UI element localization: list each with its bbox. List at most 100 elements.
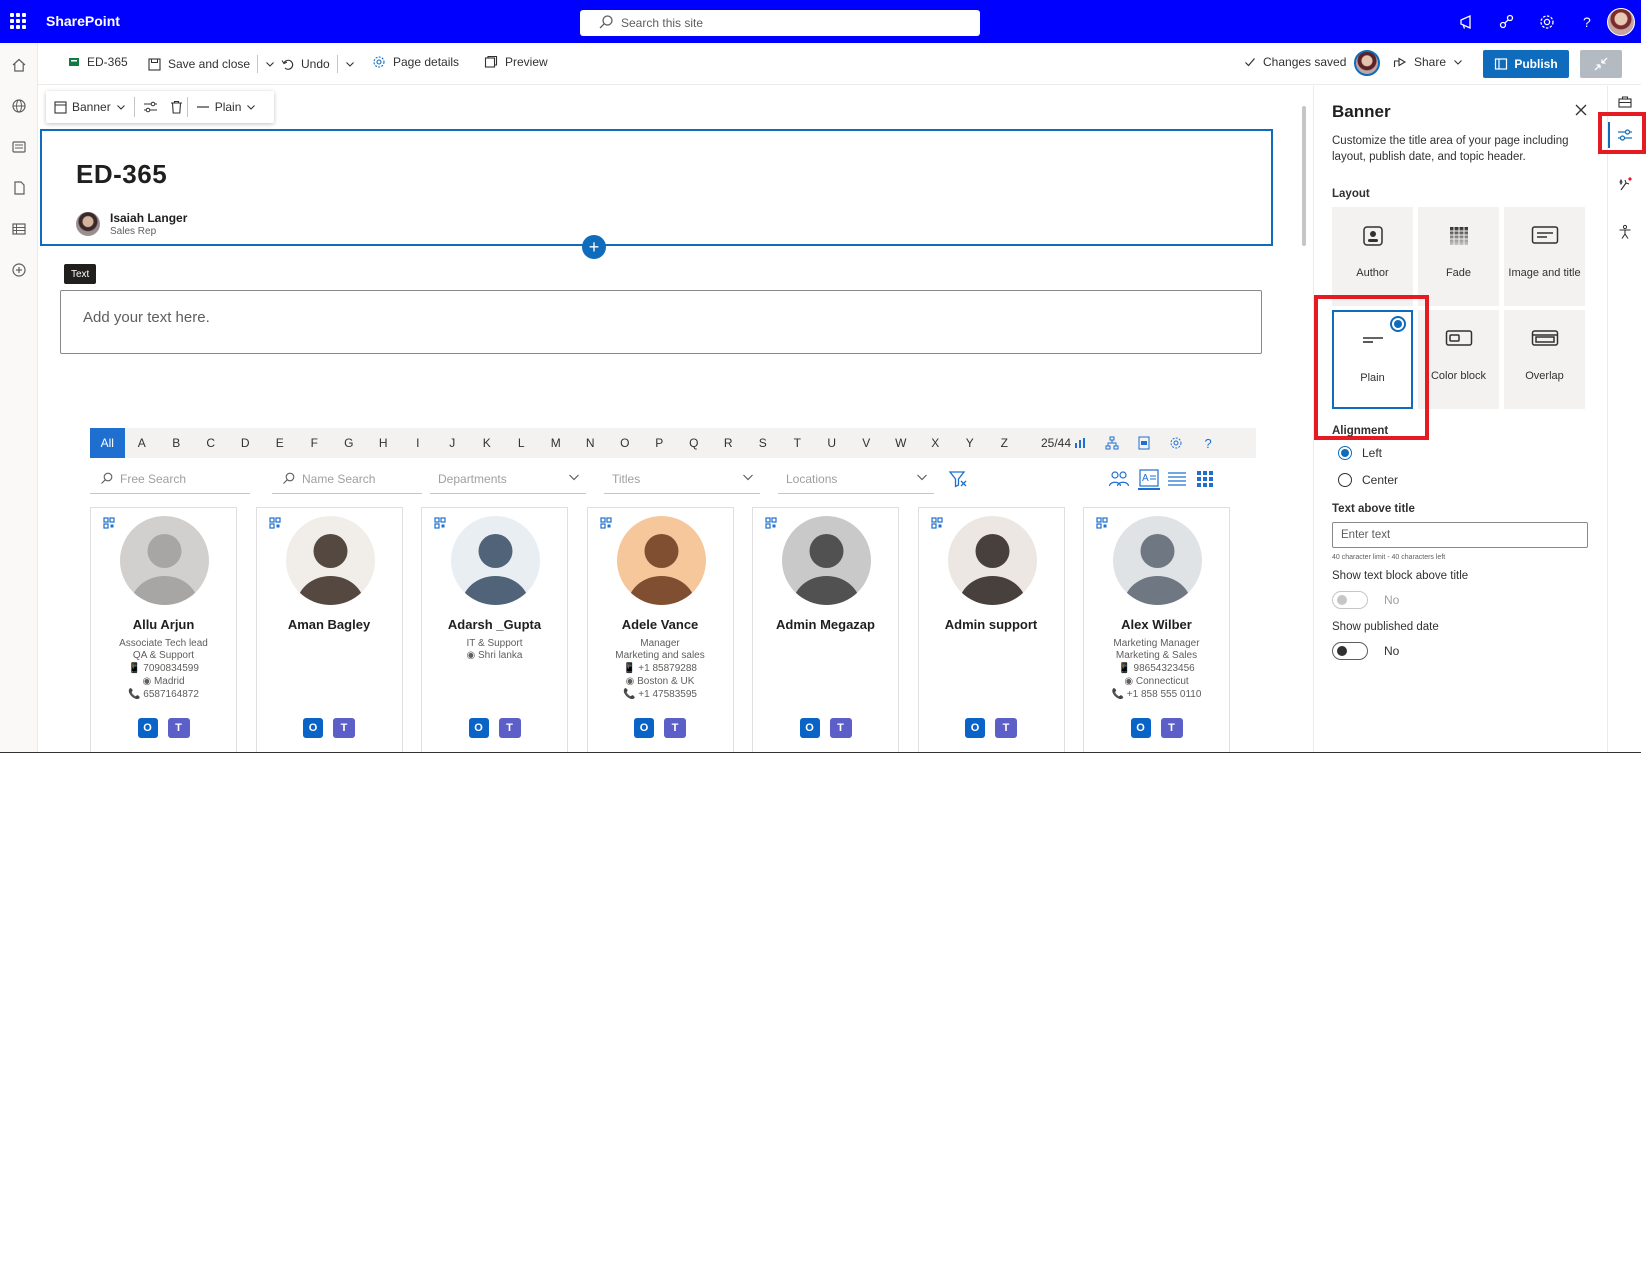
person-name[interactable]: Admin support [919, 617, 1064, 632]
letter-filter-a[interactable]: A [125, 428, 160, 458]
locations-dropdown[interactable]: Locations [778, 464, 934, 494]
free-search-input[interactable]: Free Search [90, 464, 250, 494]
create-add-icon[interactable] [9, 260, 29, 280]
export-icon[interactable] [1135, 434, 1153, 452]
app-launcher-icon[interactable] [10, 13, 26, 29]
letter-filter-j[interactable]: J [435, 428, 470, 458]
departments-dropdown[interactable]: Departments [430, 464, 586, 494]
letter-filter-y[interactable]: Y [953, 428, 988, 458]
chevron-down-icon[interactable] [265, 59, 275, 69]
sharepoint-share-icon[interactable] [1487, 0, 1527, 43]
close-icon[interactable] [1574, 103, 1588, 122]
person-name[interactable]: Admin Megazap [753, 617, 898, 632]
home-icon[interactable] [9, 55, 29, 75]
lists-icon[interactable] [9, 219, 29, 239]
letter-filter-d[interactable]: D [228, 428, 263, 458]
teams-icon[interactable]: T [167, 718, 190, 738]
canvas-scrollbar[interactable] [1302, 106, 1306, 246]
person-card[interactable]: Aman Bagley O T [255, 507, 403, 753]
qr-code-icon[interactable] [434, 516, 446, 534]
page-title[interactable]: ED-365 [76, 159, 167, 190]
toolbox-icon[interactable] [1615, 92, 1635, 112]
person-card[interactable]: Admin support O T [917, 507, 1065, 753]
help-icon[interactable]: ? [1567, 0, 1607, 43]
megaphone-icon[interactable] [1447, 0, 1487, 43]
alignment-center-option[interactable]: Center [1338, 473, 1398, 487]
text-above-title-field[interactable] [1332, 522, 1588, 548]
banner-section[interactable]: ED-365 Isaiah Langer Sales Rep [40, 129, 1273, 246]
news-icon[interactable] [9, 137, 29, 157]
layout-dropdown[interactable]: Plain [188, 91, 265, 123]
teams-icon[interactable]: T [333, 718, 355, 738]
person-name[interactable]: Aman Bagley [257, 617, 402, 632]
qr-code-icon[interactable] [1096, 516, 1108, 534]
layout-option-fade[interactable]: Fade [1418, 207, 1499, 306]
letter-filter-g[interactable]: G [332, 428, 367, 458]
teams-icon[interactable]: T [995, 718, 1017, 738]
letter-filter-i[interactable]: I [401, 428, 436, 458]
teams-icon[interactable]: T [829, 718, 852, 738]
letter-filter-l[interactable]: L [504, 428, 539, 458]
letter-filter-x[interactable]: X [918, 428, 953, 458]
brand-name[interactable]: SharePoint [46, 13, 120, 29]
list-view-icon[interactable] [1166, 468, 1188, 490]
accessibility-icon[interactable] [1615, 222, 1635, 242]
outlook-icon[interactable]: O [634, 718, 654, 738]
letter-filter-k[interactable]: K [470, 428, 505, 458]
letter-filter-v[interactable]: V [849, 428, 884, 458]
qr-code-icon[interactable] [103, 516, 115, 534]
page-name-button[interactable]: ED-365 [68, 55, 128, 69]
letter-filter-all[interactable]: All [90, 428, 125, 458]
help-icon[interactable]: ? [1199, 434, 1217, 452]
letter-filter-n[interactable]: N [573, 428, 608, 458]
save-and-close-button[interactable]: Save and close [148, 55, 275, 73]
titles-dropdown[interactable]: Titles [604, 464, 760, 494]
teams-icon[interactable]: T [498, 718, 521, 738]
letter-filter-p[interactable]: P [642, 428, 677, 458]
settings-icon[interactable] [1167, 434, 1185, 452]
outlook-icon[interactable]: O [965, 718, 985, 738]
letter-filter-h[interactable]: H [366, 428, 401, 458]
person-name[interactable]: Adarsh _Gupta [422, 617, 567, 632]
outlook-icon[interactable]: O [468, 718, 489, 738]
publish-button[interactable]: Publish [1483, 50, 1569, 78]
grid-view-icon[interactable] [1194, 468, 1216, 490]
clear-filter-icon[interactable] [947, 468, 969, 490]
layout-option-image-and-title[interactable]: Image and title [1504, 207, 1585, 306]
person-card[interactable]: Alex Wilber Marketing Manager Marketing & … [1083, 507, 1230, 753]
letter-filter-o[interactable]: O [608, 428, 643, 458]
settings-gear-icon[interactable] [1527, 0, 1567, 43]
layout-option-color-block[interactable]: Color block [1418, 310, 1499, 409]
outlook-icon[interactable]: O [303, 718, 323, 738]
people-view-icon[interactable] [1108, 468, 1130, 490]
person-card[interactable]: Admin Megazap O T [752, 507, 899, 753]
person-name[interactable]: Allu Arjun [91, 617, 236, 632]
banner-dropdown[interactable]: Banner [46, 91, 134, 123]
add-section-button[interactable]: + [582, 235, 606, 259]
alignment-left-option[interactable]: Left [1338, 446, 1382, 460]
preview-button[interactable]: Preview [484, 55, 548, 69]
letter-filter-b[interactable]: B [159, 428, 194, 458]
collapse-button[interactable] [1580, 50, 1622, 78]
person-name[interactable]: Adele Vance [588, 617, 733, 632]
undo-button[interactable]: Undo [281, 55, 355, 73]
delete-button[interactable] [166, 91, 187, 123]
files-icon[interactable] [9, 178, 29, 198]
letter-filter-r[interactable]: R [711, 428, 746, 458]
layout-option-author[interactable]: Author [1332, 207, 1413, 306]
letter-filter-w[interactable]: W [884, 428, 919, 458]
qr-code-icon[interactable] [765, 516, 777, 534]
outlook-icon[interactable]: O [799, 718, 820, 738]
outlook-icon[interactable]: O [1130, 718, 1151, 738]
globe-icon[interactable] [9, 96, 29, 116]
text-webpart[interactable]: Add your text here. [60, 290, 1262, 354]
person-card[interactable]: Adarsh _Gupta IT & Support ◉ Shri lanka O T [421, 507, 568, 753]
layout-option-overlap[interactable]: Overlap [1504, 310, 1585, 409]
qr-code-icon[interactable] [599, 516, 612, 534]
card-view-icon[interactable]: A [1138, 468, 1160, 490]
qr-code-icon[interactable] [268, 516, 281, 534]
name-search-input[interactable]: Name Search [272, 464, 422, 494]
outlook-icon[interactable]: O [137, 718, 158, 738]
analytics-icon[interactable] [1071, 434, 1089, 452]
letter-filter-s[interactable]: S [746, 428, 781, 458]
